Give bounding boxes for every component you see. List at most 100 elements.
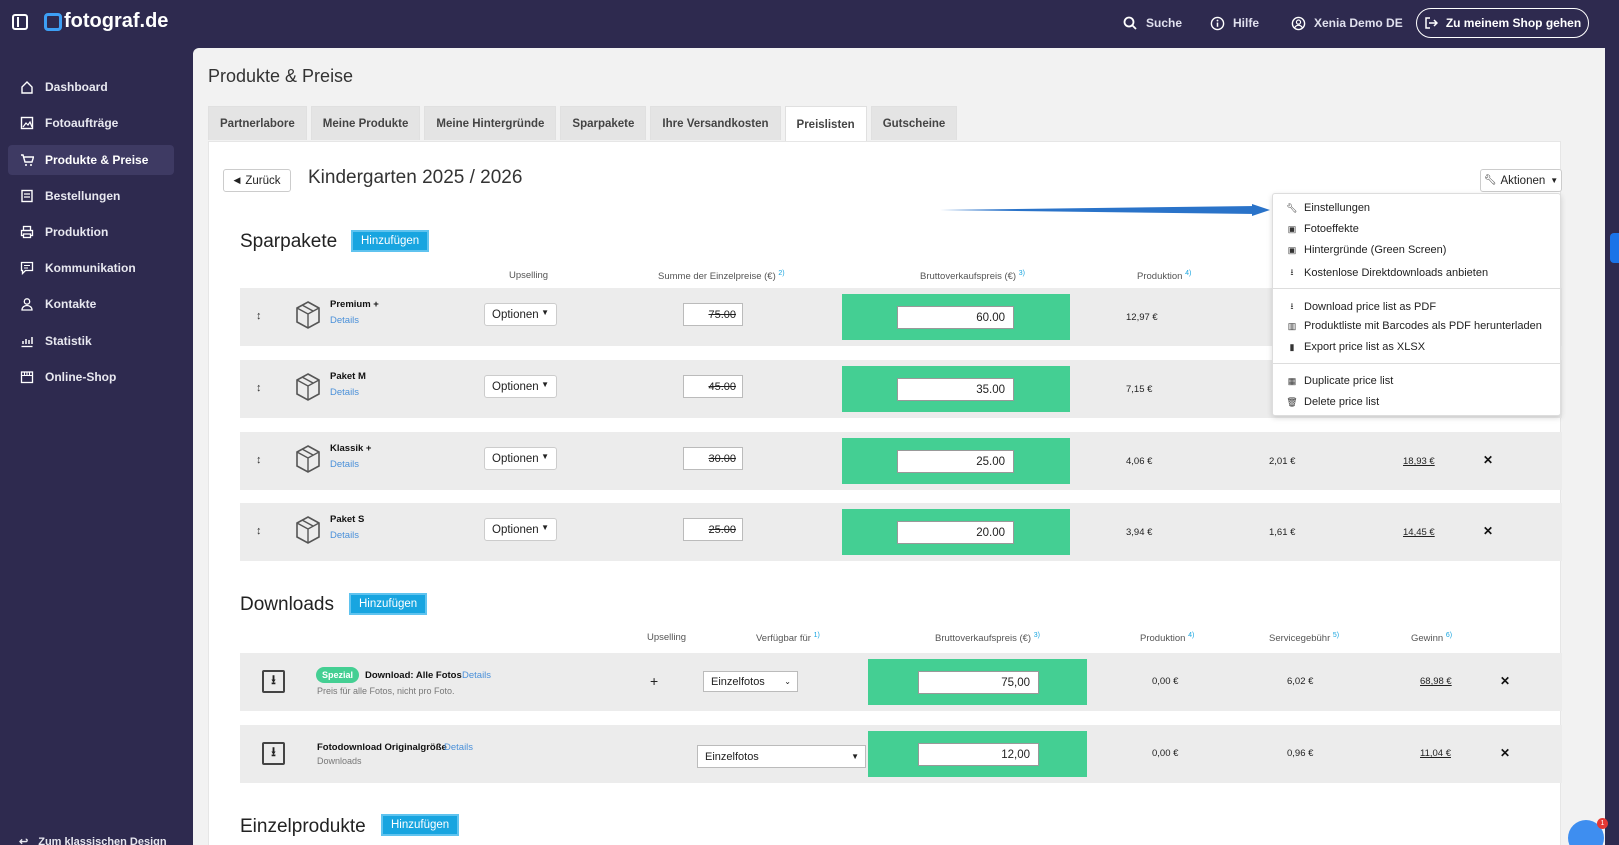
col-service-fee: Servicegebühr 5) <box>1269 632 1340 645</box>
drag-handle-icon[interactable]: ↕ <box>256 310 262 322</box>
price-input[interactable]: 35.00 <box>897 378 1014 401</box>
col-gross-price: Bruttoverkaufspreis (€) 3) <box>935 632 1040 645</box>
side-feedback-tab[interactable] <box>1610 233 1619 263</box>
actions-button[interactable]: 🔧︎ Aktionen ▼ <box>1480 169 1562 192</box>
tab-sparpakete[interactable]: Sparpakete <box>560 106 647 140</box>
drag-handle-icon[interactable]: ↕ <box>256 454 262 466</box>
menu-item-download-pdf[interactable]: ⭳ Download price list as PDF <box>1287 299 1436 315</box>
price-input[interactable]: 75,00 <box>918 671 1039 694</box>
delete-row-icon[interactable]: ✕ <box>1500 674 1510 688</box>
caret-down-icon: ▼ <box>541 380 549 389</box>
options-dropdown[interactable]: Optionen ▼ <box>484 447 557 470</box>
package-name: Paket M <box>330 371 366 382</box>
sidebar-item-kontakte[interactable]: Kontakte <box>8 289 174 319</box>
table-row: ⭳ Fotodownload Originalgröße Details Dow… <box>240 725 1562 783</box>
sidebar-item-statistik[interactable]: Statistik <box>8 326 174 356</box>
menu-item-export-xlsx[interactable]: ▮ Export price list as XLSX <box>1287 341 1426 353</box>
download-description: Downloads <box>317 756 362 766</box>
user-menu[interactable]: Xenia Demo DE <box>1290 0 1403 46</box>
tab-meine-produkte[interactable]: Meine Produkte <box>310 106 421 140</box>
sidebar-item-fotoauftraege[interactable]: Fotoaufträge <box>8 108 174 138</box>
classic-design-link[interactable]: ↩ Zum klassischen Design <box>19 835 167 845</box>
production-cost: 7,15 € <box>1126 384 1153 395</box>
menu-item-delete[interactable]: 🗑︎ Delete price list <box>1286 396 1379 408</box>
download-description: Preis für alle Fotos, nicht pro Foto. <box>317 686 455 696</box>
message-icon <box>19 260 35 276</box>
back-arrow-icon: ↩ <box>19 836 29 845</box>
einzelprodukte-add-button[interactable]: Hinzufügen <box>381 814 460 836</box>
tab-versandkosten[interactable]: Ihre Versandkosten <box>650 106 781 140</box>
sidebar-toggle-icon[interactable] <box>12 14 28 30</box>
price-input[interactable]: 25.00 <box>897 450 1014 473</box>
table-row: ↕ Paket S Details Optionen ▼ 25.00 20.00 … <box>240 503 1562 561</box>
package-icon <box>296 445 320 473</box>
menu-item-barcodes-pdf[interactable]: ▥ Produktliste mit Barcodes als PDF herun… <box>1287 320 1542 332</box>
orders-icon <box>19 188 35 204</box>
price-input[interactable]: 20.00 <box>897 521 1014 544</box>
sparpakete-add-button[interactable]: Hinzufügen <box>351 230 430 252</box>
drag-handle-icon[interactable]: ↕ <box>256 382 262 394</box>
delete-row-icon[interactable]: ✕ <box>1483 524 1493 538</box>
tab-preislisten[interactable]: Preislisten <box>784 106 867 142</box>
delete-row-icon[interactable]: ✕ <box>1500 746 1510 760</box>
downloads-add-button[interactable]: Hinzufügen <box>349 593 428 615</box>
go-to-shop-button[interactable]: Zu meinem Shop gehen <box>1416 8 1589 38</box>
delete-row-icon[interactable]: ✕ <box>1483 453 1493 467</box>
menu-divider <box>1273 363 1562 364</box>
sidebar-item-kommunikation[interactable]: Kommunikation <box>8 253 174 283</box>
price-input[interactable]: 60.00 <box>897 306 1014 329</box>
file-icon: ▮ <box>1289 341 1295 352</box>
available-for-select[interactable]: Einzelfotos ⌄ <box>703 671 798 692</box>
back-button[interactable]: ◀ Zurück <box>223 169 291 192</box>
upsell-add-icon[interactable]: + <box>650 673 658 689</box>
menu-item-duplicate[interactable]: ▦ Duplicate price list <box>1287 375 1394 387</box>
download-icon: ⭳ <box>1290 301 1294 311</box>
sidebar-item-bestellungen[interactable]: Bestellungen <box>8 181 174 211</box>
menu-item-einstellungen[interactable]: 🔧︎ Einstellungen <box>1286 202 1370 214</box>
sidebar-item-label: Bestellungen <box>45 189 121 203</box>
sidebar-item-dashboard[interactable]: Dashboard <box>8 72 174 102</box>
tab-meine-hintergruende[interactable]: Meine Hintergründe <box>424 106 557 140</box>
sidebar-item-label: Dashboard <box>45 80 108 94</box>
drag-handle-icon[interactable]: ↕ <box>256 525 262 537</box>
menu-item-hintergruende[interactable]: ▣ Hintergründe (Green Screen) <box>1287 244 1447 256</box>
sidebar-item-label: Online-Shop <box>45 370 117 384</box>
sidebar-item-label: Statistik <box>45 334 92 348</box>
trash-icon: 🗑︎ <box>1286 396 1298 407</box>
options-dropdown[interactable]: Optionen ▼ <box>484 303 557 326</box>
download-icon: ⭳ <box>1290 267 1294 277</box>
menu-item-fotoeffekte[interactable]: ▣ Fotoeffekte <box>1287 223 1359 235</box>
options-dropdown[interactable]: Optionen ▼ <box>484 375 557 398</box>
search-link[interactable]: Suche <box>1122 0 1182 46</box>
sidebar-item-produktion[interactable]: Produktion <box>8 217 174 247</box>
table-row: ⭳ Spezial Download: Alle Fotos Details P… <box>240 653 1562 711</box>
package-icon <box>296 301 320 329</box>
image-icon: ▣ <box>1287 244 1297 255</box>
package-icon <box>296 516 320 544</box>
tab-partnerlabore[interactable]: Partnerlabore <box>208 106 307 140</box>
package-icon <box>296 373 320 401</box>
chat-notification-badge: 1 <box>1597 818 1608 829</box>
price-input[interactable]: 12,00 <box>918 743 1039 766</box>
package-name: Paket S <box>330 514 365 525</box>
details-link[interactable]: Details <box>330 459 359 470</box>
available-for-select[interactable]: Einzelfotos ▼ <box>697 745 866 768</box>
help-link[interactable]: Hilfe <box>1209 0 1259 46</box>
page-title: Produkte & Preise <box>208 66 354 86</box>
brand-logo[interactable]: fotograf.de <box>44 10 168 33</box>
details-link[interactable]: Details <box>444 742 473 753</box>
profit: 11,04 € <box>1420 748 1451 759</box>
details-link[interactable]: Details <box>462 670 491 681</box>
sidebar-item-online-shop[interactable]: Online-Shop <box>8 362 174 392</box>
sidebar-item-produkte-preise[interactable]: Produkte & Preise <box>8 145 174 175</box>
actions-menu: 🔧︎ Einstellungen ▣ Fotoeffekte ▣ Hintergrün… <box>1272 193 1562 416</box>
service-fee: 0,96 € <box>1287 748 1314 759</box>
details-link[interactable]: Details <box>330 387 359 398</box>
options-dropdown[interactable]: Optionen ▼ <box>484 518 557 541</box>
tab-gutscheine[interactable]: Gutscheine <box>870 106 958 140</box>
menu-item-free-downloads[interactable]: ⭳ Kostenlose Direktdownloads anbieten <box>1287 265 1488 281</box>
details-link[interactable]: Details <box>330 530 359 541</box>
sidebar-item-label: Fotoaufträge <box>45 116 119 130</box>
details-link[interactable]: Details <box>330 315 359 326</box>
menu-divider <box>1273 288 1562 289</box>
